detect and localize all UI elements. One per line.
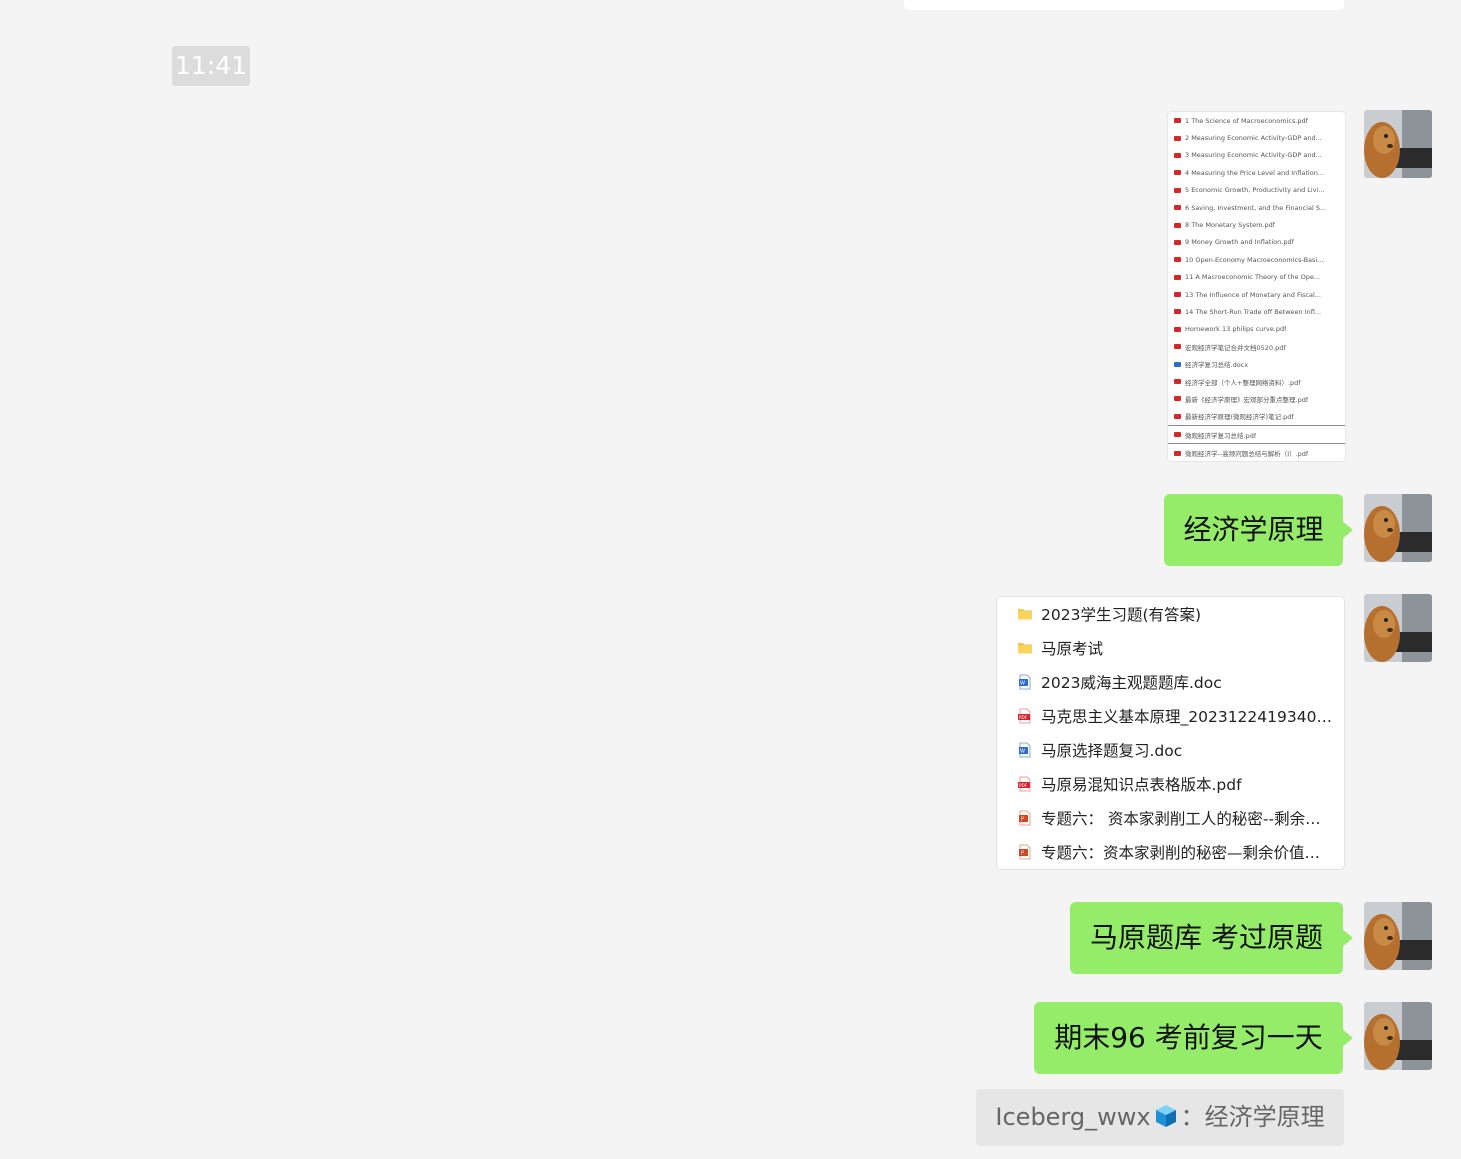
quoted-message[interactable]: Iceberg_wwx ：经济学原理 [976,1089,1344,1146]
list-item: 9 Money Growth and Inflation.pdf [1168,234,1345,251]
list-item: 最新《经济学原理》宏观部分重点整理.pdf [1168,390,1345,407]
svg-text:W: W [1020,681,1025,687]
pdf-icon [1174,187,1181,193]
folder-icon [1017,606,1033,622]
list-item: 2023学生习题(有答案) [997,597,1344,631]
pdf-icon [1174,135,1181,141]
pdf-icon [1174,257,1181,263]
avatar[interactable] [1364,110,1432,178]
list-item: 3 Measuring Economic Activity-GDP and... [1168,147,1345,164]
list-item: 宏观经济学笔记合并文档0520.pdf [1168,338,1345,355]
pdf-icon [1174,309,1181,315]
list-item: W 马原选择题复习.doc [997,733,1344,767]
pdf-icon [1174,222,1181,228]
list-item: 8 The Monetary System.pdf [1168,216,1345,233]
list-item: 微观经济学--高频问题总结与解析（I）.pdf [1168,444,1345,461]
list-item: 马原考试 [997,631,1344,665]
list-item: 1 The Science of Macroeconomics.pdf [1168,112,1345,129]
list-item: P 专题六： 资本家剥削工人的秘密--剩余价值... [997,801,1344,835]
list-item: W 2023威海主观题题库.doc [997,665,1344,699]
dog-avatar-icon [1364,902,1432,970]
message-bubble[interactable]: 马原题库 考过原题 [1070,902,1353,974]
quote-text: ：经济学原理 [1180,1103,1325,1131]
list-item: 6 Saving, Investment, and the Financial … [1168,199,1345,216]
list-item: 经济学全部（个人+整理网络资料）.pdf [1168,373,1345,390]
svg-text:PDF: PDF [1019,783,1028,788]
word-doc-icon: W [1017,674,1033,690]
pdf-icon [1174,205,1181,211]
avatar[interactable] [1364,1002,1432,1070]
message-timestamp: 11:41 [172,46,250,86]
message-bubble[interactable]: 期末96 考前复习一天 [1034,1002,1353,1074]
folder-icon [1017,640,1033,656]
pdf-icon [1174,118,1181,124]
svg-text:P: P [1021,851,1024,857]
dog-avatar-icon [1364,494,1432,562]
list-item: 11 A Macroeconomic Theory of the Ope... [1168,269,1345,286]
ppt-icon: P [1017,810,1033,826]
list-item: 13 The Influence of Monetary and Fiscal.… [1168,286,1345,303]
list-item: P 专题六：资本家剥削的秘密—剩余价值理论... [997,835,1344,869]
svg-text:PDF: PDF [1019,715,1028,720]
message-bubble[interactable]: 经济学原理 [1164,494,1353,566]
avatar[interactable] [1364,494,1432,562]
list-item: 5 Economic Growth, Productivity and Livi… [1168,182,1345,199]
avatar[interactable] [1364,902,1432,970]
image-message-file-list[interactable]: 1 The Science of Macroeconomics.pdf 2 Me… [1167,111,1346,462]
list-item: 10 Open-Economy Macroeconomics-Basi... [1168,251,1345,268]
word-doc-icon [1174,361,1181,367]
pdf-icon [1174,413,1181,419]
list-item: 2 Measuring Economic Activity-GDP and... [1168,129,1345,146]
pdf-icon [1174,274,1181,280]
list-item: 14 The Short-Run Trade off Between Infl.… [1168,303,1345,320]
list-item: 经济学复习总结.docx [1168,355,1345,372]
list-item: 最新经济学原理(微观经济学)笔记.pdf [1168,408,1345,425]
dog-avatar-icon [1364,1002,1432,1070]
pdf-icon [1174,379,1181,385]
pdf-icon [1174,239,1181,245]
list-item: PDF 马克思主义基本原理_20231224193409.pdf [1017,708,1333,726]
svg-text:P: P [1021,817,1024,823]
pdf-icon [1174,152,1181,158]
pdf-icon [1174,292,1181,298]
pdf-icon [1174,432,1181,438]
dog-avatar-icon [1364,594,1432,662]
list-item: Homework 13 philips curve.pdf [1168,321,1345,338]
pdf-icon [1174,396,1181,402]
pdf-icon: PDF [1017,776,1033,792]
ppt-icon: P [1017,844,1033,860]
image-message-folder-list[interactable]: 2023学生习题(有答案) 马原考试 W 2023威海主观题题库.doc PDF… [996,596,1345,870]
avatar[interactable] [1364,594,1432,662]
pdf-icon [1174,170,1181,176]
previous-message-card[interactable] [904,0,1344,10]
quote-username: Iceberg_wwx [995,1103,1151,1131]
svg-text:W: W [1020,749,1025,755]
pdf-icon [1174,326,1181,332]
pdf-icon: PDF [1017,708,1033,724]
pdf-icon [1174,450,1181,456]
pdf-icon [1174,344,1181,350]
dog-avatar-icon [1364,110,1432,178]
list-item: 微观经济学复习总结.pdf [1168,425,1345,445]
list-item: PDF 马原易混知识点表格版本.pdf [1017,776,1242,794]
word-doc-icon: W [1017,742,1033,758]
list-item: 4 Measuring the Price Level and Inflatio… [1168,164,1345,181]
cube-icon [1153,1093,1179,1150]
